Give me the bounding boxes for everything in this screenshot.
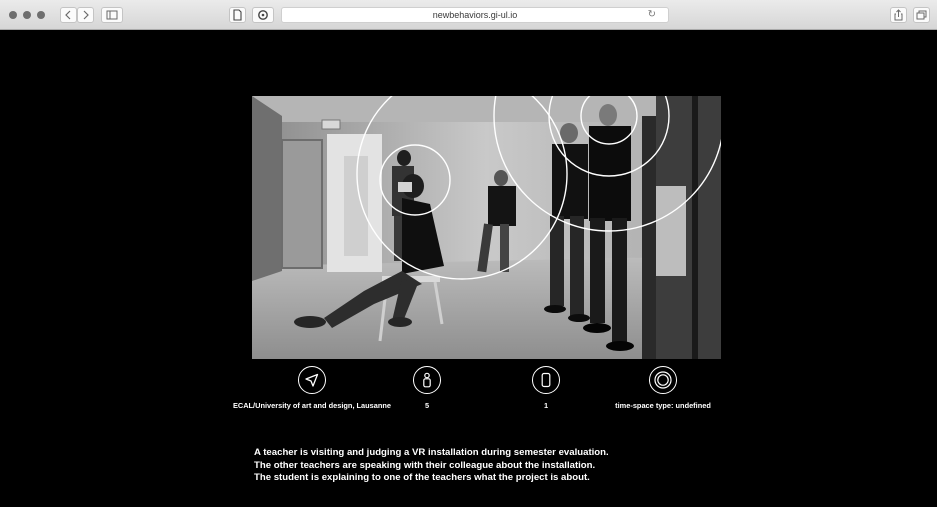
description-line: The other teachers are speaking with the… xyxy=(254,459,596,471)
sidebar-button[interactable] xyxy=(101,7,123,23)
browser-toolbar: newbehaviors.gi-ul.io ↻ xyxy=(0,0,937,30)
extension-button[interactable] xyxy=(252,7,274,23)
phone-icon xyxy=(532,366,560,394)
page-icon xyxy=(233,9,242,21)
hero-photo xyxy=(252,96,721,359)
tabs-icon xyxy=(916,10,927,20)
chevron-right-icon xyxy=(83,10,89,20)
url-text: newbehaviors.gi-ul.io xyxy=(432,10,518,20)
description-line: A teacher is visiting and judging a VR i… xyxy=(254,447,609,458)
zoom-window-button[interactable] xyxy=(37,11,45,19)
address-bar[interactable]: newbehaviors.gi-ul.io ↻ xyxy=(281,7,669,23)
share-icon xyxy=(894,9,903,21)
scene-description: A teacher is visiting and judging a VR i… xyxy=(254,447,774,485)
person-icon xyxy=(413,366,441,394)
close-window-button[interactable] xyxy=(9,11,17,19)
meta-time-space: time-space type: undefined xyxy=(578,366,748,411)
concentric-circles-icon xyxy=(649,366,677,394)
location-arrow-icon xyxy=(298,366,326,394)
tabs-overview-button[interactable] xyxy=(913,7,930,23)
reader-button[interactable] xyxy=(229,7,246,23)
sidebar-icon xyxy=(106,10,118,20)
back-button[interactable] xyxy=(60,7,77,23)
description-line: The student is explaining to one of the … xyxy=(254,472,590,484)
privacy-icon xyxy=(258,10,268,20)
minimize-window-button[interactable] xyxy=(23,11,31,19)
share-button[interactable] xyxy=(890,7,907,23)
time-space-type: time-space type: undefined xyxy=(615,401,711,410)
chevron-left-icon xyxy=(65,10,71,20)
reload-icon[interactable]: ↻ xyxy=(648,8,656,22)
forward-button[interactable] xyxy=(77,7,94,23)
